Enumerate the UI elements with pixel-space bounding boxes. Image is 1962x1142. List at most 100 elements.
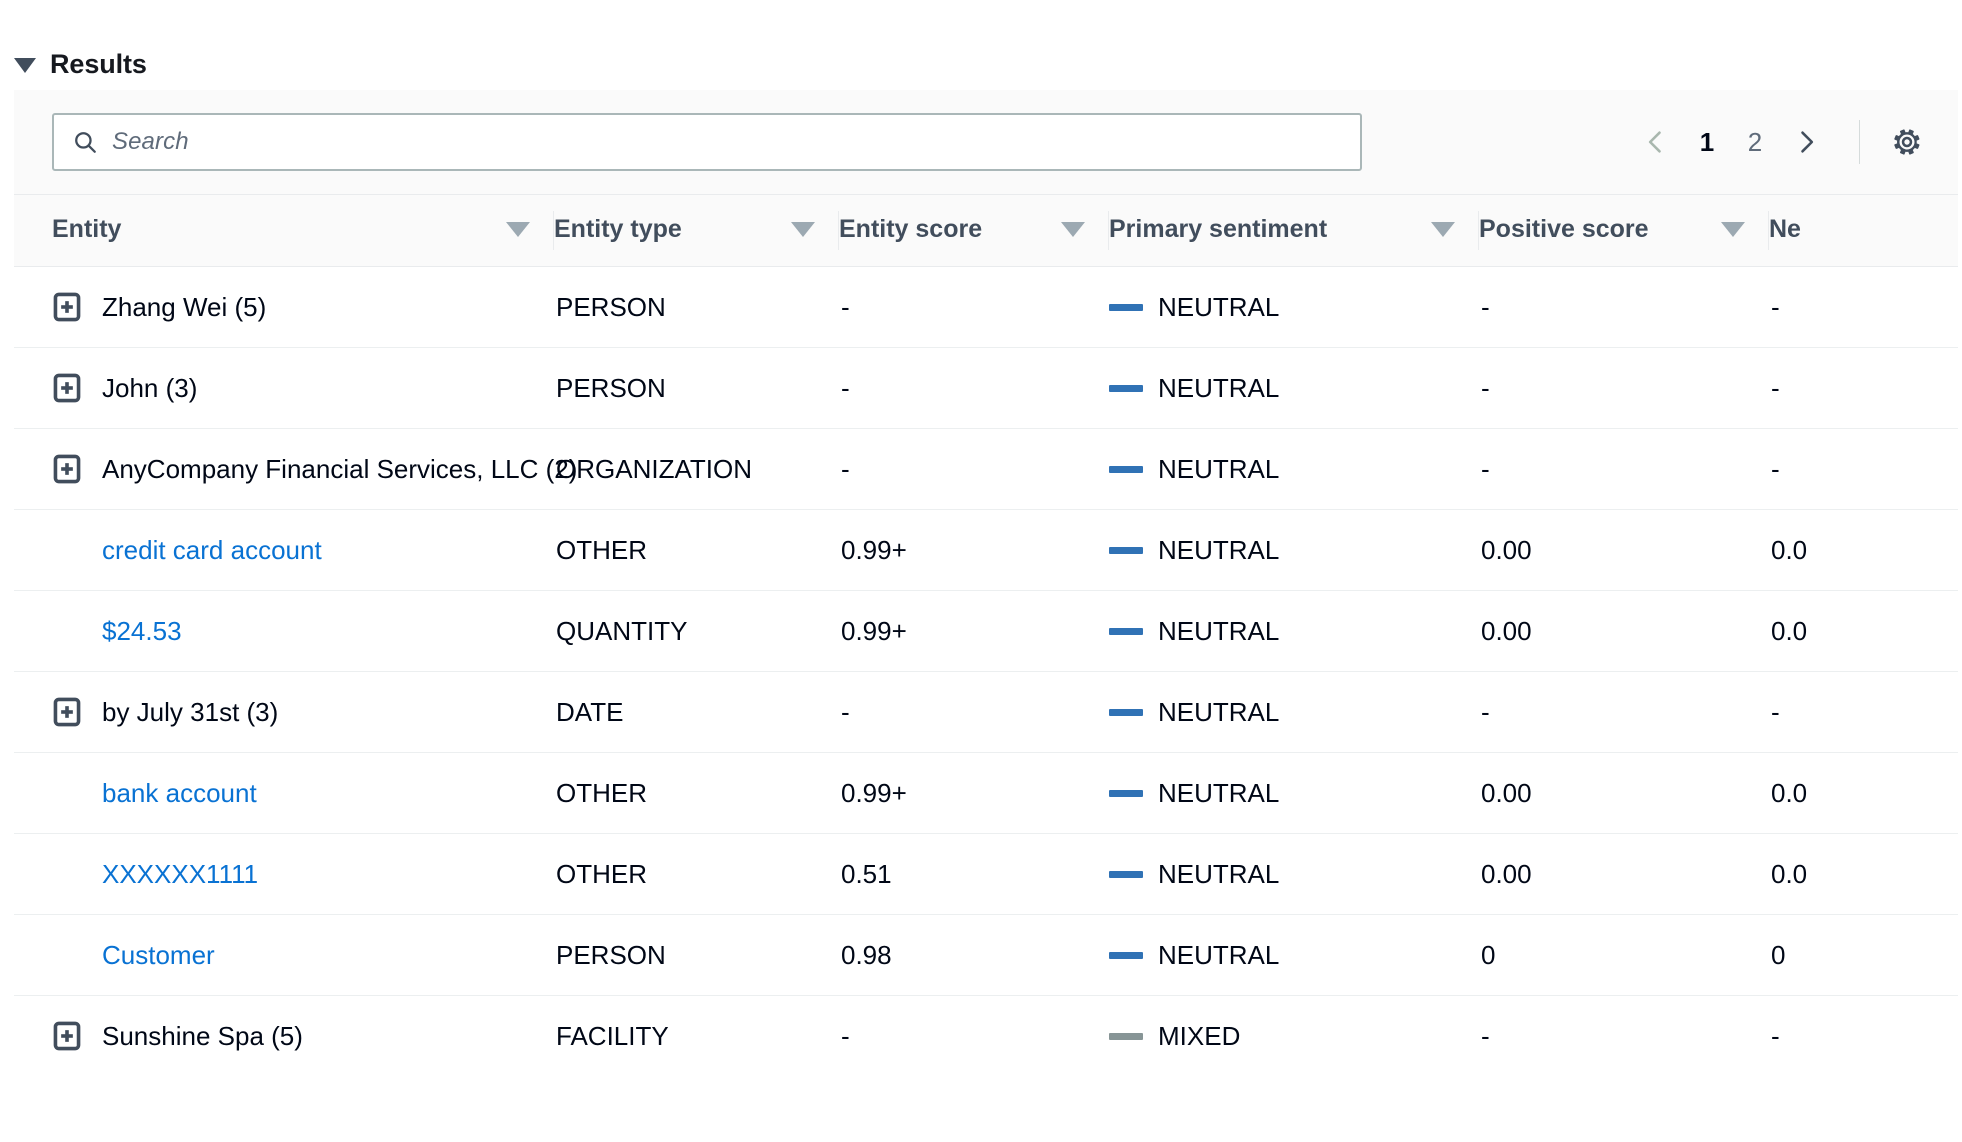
column-label-primary-sentiment: Primary sentiment bbox=[1109, 215, 1328, 243]
positive-score-value: 0.00 bbox=[1481, 534, 1532, 565]
chevron-left-icon bbox=[1648, 131, 1661, 153]
table-row: Zhang Wei (5) PERSON - NEUTRAL - - bbox=[14, 266, 1958, 348]
sort-triangle-icon[interactable] bbox=[1061, 222, 1085, 237]
cell-primary-sentiment: NEUTRAL bbox=[1109, 752, 1479, 834]
expand-plus-icon[interactable] bbox=[52, 697, 82, 727]
expand-plus-icon[interactable] bbox=[52, 373, 82, 403]
negative-score-value: 0.0 bbox=[1771, 615, 1808, 646]
table-row: Customer PERSON 0.98 NEUTRAL 0 0 bbox=[14, 914, 1958, 996]
column-header-primary-sentiment[interactable]: Primary sentiment bbox=[1109, 195, 1479, 267]
sort-triangle-icon[interactable] bbox=[1721, 222, 1745, 237]
entity-link[interactable]: credit card account bbox=[102, 535, 322, 566]
cell-positive-score: - bbox=[1479, 996, 1769, 1077]
table-header: Entity Entity type Entity score Primary … bbox=[14, 195, 1958, 267]
pagination-prev-button[interactable] bbox=[1629, 115, 1683, 169]
table-header-row: Entity Entity type Entity score Primary … bbox=[14, 195, 1958, 267]
positive-score-value: - bbox=[1481, 453, 1490, 484]
entity-type-value: FACILITY bbox=[556, 1020, 669, 1051]
cell-positive-score: 0.00 bbox=[1479, 752, 1769, 834]
cell-entity-type: PERSON bbox=[554, 914, 839, 996]
entity-link[interactable]: Customer bbox=[102, 940, 215, 971]
cell-entity: John (3) bbox=[14, 347, 554, 429]
triangle-down-icon[interactable] bbox=[14, 58, 36, 73]
entity-score-value: - bbox=[841, 372, 850, 403]
pagination-page-1[interactable]: 1 bbox=[1683, 118, 1731, 166]
cell-negative-score: - bbox=[1769, 347, 1958, 429]
cell-entity: bank account bbox=[14, 752, 554, 834]
column-header-negative-score[interactable]: Ne bbox=[1769, 195, 1958, 267]
pagination-page-2[interactable]: 2 bbox=[1731, 118, 1779, 166]
cell-positive-score: - bbox=[1479, 428, 1769, 510]
preferences-button[interactable] bbox=[1882, 117, 1932, 167]
column-header-entity-type[interactable]: Entity type bbox=[554, 195, 839, 267]
cell-entity-score: - bbox=[839, 996, 1109, 1077]
cell-entity-type: OTHER bbox=[554, 833, 839, 915]
negative-score-value: - bbox=[1771, 1020, 1780, 1051]
entity-type-value: PERSON bbox=[556, 372, 666, 403]
cell-positive-score: 0 bbox=[1479, 914, 1769, 996]
cell-primary-sentiment: NEUTRAL bbox=[1109, 671, 1479, 753]
table-row: $24.53 QUANTITY 0.99+ NEUTRAL 0.00 0.0 bbox=[14, 590, 1958, 672]
cell-primary-sentiment: NEUTRAL bbox=[1109, 833, 1479, 915]
positive-score-value: - bbox=[1481, 1020, 1490, 1051]
toolbar-divider bbox=[1859, 120, 1860, 164]
sort-triangle-icon[interactable] bbox=[791, 222, 815, 237]
expand-spacer bbox=[52, 940, 82, 970]
entity-link[interactable]: bank account bbox=[102, 778, 257, 809]
positive-score-value: - bbox=[1481, 696, 1490, 727]
cell-entity: Zhang Wei (5) bbox=[14, 266, 554, 348]
results-section-header: Results bbox=[0, 0, 1962, 90]
gear-icon bbox=[1894, 129, 1920, 155]
sentiment-bar-icon bbox=[1109, 303, 1143, 311]
cell-negative-score: 0.0 bbox=[1769, 833, 1958, 915]
cell-positive-score: 0.00 bbox=[1479, 590, 1769, 672]
table-row: John (3) PERSON - NEUTRAL - - bbox=[14, 347, 1958, 429]
positive-score-value: 0.00 bbox=[1481, 858, 1532, 889]
cell-primary-sentiment: NEUTRAL bbox=[1109, 428, 1479, 510]
entity-score-value: - bbox=[841, 453, 850, 484]
cell-entity-score: - bbox=[839, 347, 1109, 429]
sentiment-label: NEUTRAL bbox=[1158, 534, 1280, 565]
sentiment-bar-icon bbox=[1109, 789, 1143, 797]
pagination-next-button[interactable] bbox=[1779, 115, 1833, 169]
expand-plus-icon[interactable] bbox=[52, 292, 82, 322]
expand-plus-icon[interactable] bbox=[52, 454, 82, 484]
column-header-positive-score[interactable]: Positive score bbox=[1479, 195, 1769, 267]
cell-entity-score: 0.98 bbox=[839, 914, 1109, 996]
sentiment-label: NEUTRAL bbox=[1158, 291, 1280, 322]
positive-score-value: 0.00 bbox=[1481, 615, 1532, 646]
cell-positive-score: - bbox=[1479, 266, 1769, 348]
column-header-entity[interactable]: Entity bbox=[14, 195, 554, 267]
cell-positive-score: - bbox=[1479, 671, 1769, 753]
sentiment-label: NEUTRAL bbox=[1158, 858, 1280, 889]
results-table-container: Search 1 2 Entity Entity type Entity sco… bbox=[14, 90, 1958, 1077]
table-row: Sunshine Spa (5) FACILITY - MIXED - - bbox=[14, 996, 1958, 1077]
sentiment-bar-icon bbox=[1109, 708, 1143, 716]
column-header-entity-score[interactable]: Entity score bbox=[839, 195, 1109, 267]
search-placeholder: Search bbox=[112, 128, 189, 155]
search-input[interactable]: Search bbox=[52, 113, 1362, 171]
cell-entity: AnyCompany Financial Services, LLC (2) bbox=[14, 428, 577, 510]
expand-spacer bbox=[52, 616, 82, 646]
cell-entity: Sunshine Spa (5) bbox=[14, 996, 554, 1077]
cell-entity-score: 0.51 bbox=[839, 833, 1109, 915]
entity-label: Sunshine Spa (5) bbox=[102, 1020, 303, 1051]
entity-label: John (3) bbox=[102, 372, 198, 403]
cell-primary-sentiment: NEUTRAL bbox=[1109, 914, 1479, 996]
expand-plus-icon[interactable] bbox=[52, 1021, 82, 1051]
sort-triangle-icon[interactable] bbox=[1431, 222, 1455, 237]
sort-triangle-icon[interactable] bbox=[506, 222, 530, 237]
cell-negative-score: 0.0 bbox=[1769, 752, 1958, 834]
cell-negative-score: - bbox=[1769, 671, 1958, 753]
cell-positive-score: 0.00 bbox=[1479, 509, 1769, 591]
entity-link[interactable]: XXXXXX1111 bbox=[102, 859, 258, 890]
column-label-entity-type: Entity type bbox=[554, 215, 682, 243]
cell-negative-score: - bbox=[1769, 428, 1958, 510]
entity-type-value: QUANTITY bbox=[556, 615, 688, 646]
cell-entity-score: 0.99+ bbox=[839, 590, 1109, 672]
entity-label: AnyCompany Financial Services, LLC (2) bbox=[102, 453, 578, 484]
entity-link[interactable]: $24.53 bbox=[102, 616, 182, 647]
cell-entity-score: 0.99+ bbox=[839, 752, 1109, 834]
entity-score-value: - bbox=[841, 696, 850, 727]
sentiment-label: NEUTRAL bbox=[1158, 615, 1280, 646]
